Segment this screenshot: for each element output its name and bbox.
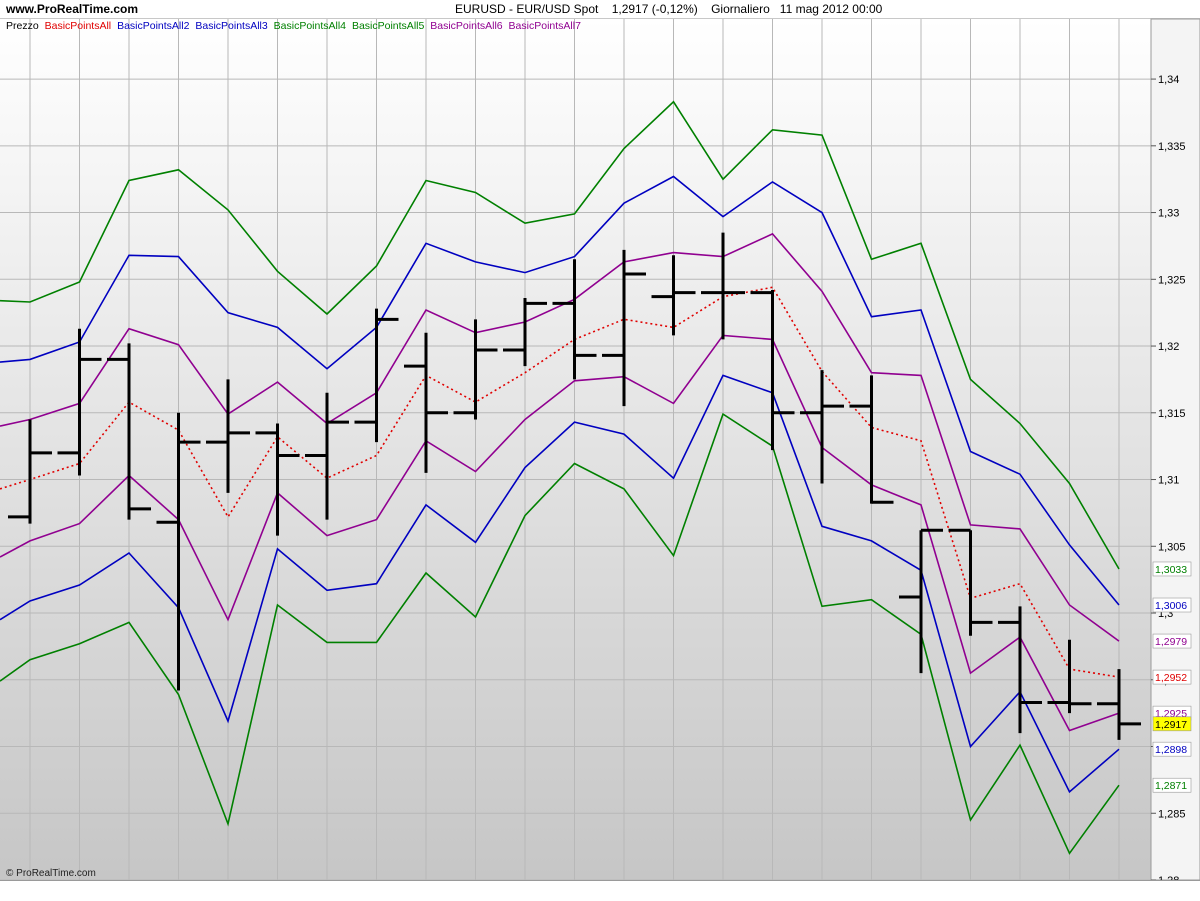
legend-item-basicpointsall4: BasicPointsAll4 (273, 20, 347, 32)
price-tick-label: 1,305 (1158, 541, 1186, 553)
legend-item-basicpointsall3: BasicPointsAll3 (195, 20, 268, 32)
price-tick-label: 1,285 (1158, 808, 1186, 820)
legend-item-basicpointsall2: BasicPointsAll2 (117, 20, 190, 32)
legend-item-basicpointsall: BasicPointsAll (44, 20, 112, 32)
price-tick-label: 1,325 (1158, 274, 1186, 286)
last-value-label: 1,2979 (1155, 636, 1187, 648)
price-tick-label: 1,33 (1158, 208, 1179, 220)
last-value-label: 1,2898 (1155, 744, 1187, 756)
legend: Prezzo BasicPointsAll BasicPointsAll2 Ba… (6, 20, 584, 32)
legend-item-prezzo: Prezzo (6, 20, 39, 32)
last-value-label: 1,3033 (1155, 564, 1187, 576)
price-tick-label: 1,31 (1158, 475, 1179, 487)
price-tick-label: 1,335 (1158, 141, 1186, 153)
price-tick-label: 1,32 (1158, 341, 1179, 353)
date-axis-bar (0, 880, 1200, 901)
legend-item-basicpointsall5: BasicPointsAll5 (351, 20, 425, 32)
price-tick-label: 1,315 (1158, 408, 1186, 420)
copyright: © ProRealTime.com (6, 868, 96, 879)
price-chart[interactable]: 1,341,3351,331,3251,321,3151,311,3051,31… (0, 0, 1200, 900)
price-tick-label: 1,34 (1158, 74, 1179, 86)
legend-item-basicpointsall6: BasicPointsAll6 (430, 20, 503, 32)
last-value-label: 1,2952 (1155, 672, 1187, 684)
last-value-label: 1,2917 (1155, 719, 1187, 731)
last-value-label: 1,2871 (1155, 780, 1187, 792)
last-value-label: 1,3006 (1155, 600, 1187, 612)
legend-item-basicpointsall7: BasicPointsAll7 (508, 20, 581, 32)
plot-background (0, 19, 1151, 880)
